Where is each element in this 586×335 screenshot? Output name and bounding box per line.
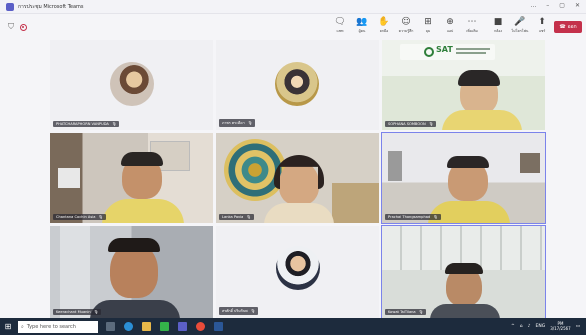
toolbar-button-label: กล้อง (493, 29, 503, 33)
task-view-icon[interactable] (106, 322, 115, 331)
edge-icon[interactable] (124, 322, 133, 331)
participant-tile[interactable]: Keerachant Muanin 🎙 (50, 226, 213, 318)
file-explorer-icon[interactable] (142, 322, 151, 331)
toolbar-button-label: ไม่โครโฟน (511, 29, 529, 33)
toolbar-button-label: ยกมือ (379, 29, 389, 33)
date: 3/17/2567 (550, 326, 571, 331)
participant-tile[interactable]: Lanka Pavia 🎙 (216, 133, 379, 223)
sat-banner: SAT (400, 44, 495, 60)
apps-icon: ⊕ (446, 17, 454, 27)
shield-icon[interactable]: ⛉ (8, 22, 14, 32)
toolbar-button-share[interactable]: ⬆ แชร์ (530, 17, 554, 37)
leave-button[interactable]: ☎ ออก (554, 21, 582, 33)
mic-off-icon: 🎙 (246, 215, 251, 219)
name-tag: Lanka Pavia 🎙 (219, 214, 254, 220)
name-tag: Keerachant Muanin 🎙 (53, 309, 102, 315)
toolbar-button-people[interactable]: 👥 ผู้คน (350, 17, 374, 37)
toolbar-button-camera[interactable]: ■ กล้อง (486, 17, 510, 37)
windows-taskbar: ⊞ ⌕ Type here to search ^ ⌂ ♪ ENG PM 3/1… (0, 318, 586, 335)
toolbar-button-label: เพิ่มเติม (466, 29, 478, 33)
mic-off-icon: 🎙 (418, 310, 424, 314)
sat-logo: SAT (436, 45, 453, 54)
people-icon: 👥 (356, 17, 368, 27)
avatar (276, 246, 320, 290)
system-tray: ^ ⌂ ♪ ENG PM 3/17/2567 ▭ (511, 321, 580, 331)
toolbar-button-reactions[interactable]: ☺ ความรู้สึก (394, 17, 418, 37)
taskbar-search-input[interactable]: ⌕ Type here to search (18, 320, 98, 333)
name-tag: ภาพร ตระดีดา 🎙 (219, 119, 256, 127)
name-tag: สรศักดิ์ ปริมกินพ 🎙 (219, 307, 259, 315)
toolbar-button-label: แอป (446, 29, 454, 33)
toolbar-button-label: แชท (336, 29, 344, 33)
chevron-up-icon[interactable]: ^ (511, 324, 515, 329)
mic-off-icon: 🎙 (433, 215, 438, 219)
mic-off-icon: 🎙 (98, 215, 103, 219)
name-tag: Prachai Thongsamphad 🎙 (385, 214, 441, 220)
teams-icon (6, 2, 14, 11)
participant-tile[interactable]: Chantana Cochin Asia 🎙 (50, 133, 213, 223)
name-tag: PHATCHARAPHORN VANPUDA 🎙 (53, 121, 120, 127)
maximize-button[interactable]: ▢ (559, 2, 565, 9)
participant-tile[interactable]: สรศักดิ์ ปริมกินพ 🎙 (216, 226, 379, 318)
toolbar-button-label: มุม (425, 29, 431, 33)
avatar (275, 62, 319, 106)
view-icon: ⊞ (424, 17, 432, 27)
notification-icon[interactable]: ▭ (576, 324, 580, 329)
teams-taskbar-icon[interactable] (178, 322, 187, 331)
name-tag: SOPHANA SOMBOON 🎙 (385, 121, 437, 127)
toolbar-button-chat[interactable]: 🗨 แชท (328, 17, 352, 37)
windows-start-icon[interactable]: ⊞ (0, 318, 16, 335)
volume-icon[interactable]: ♪ (528, 324, 531, 329)
toolbar-button-apps[interactable]: ⊕ แอป (438, 17, 462, 37)
mic-off-icon: 🎙 (111, 122, 117, 126)
name-tag: Kowat TaiTilana 🎙 (385, 309, 427, 315)
participant-tile[interactable]: ภาพร ตระดีดา 🎙 (216, 40, 379, 130)
leave-label: ออก (567, 24, 577, 30)
toolbar-button-mic[interactable]: 🎤 ไม่โครโฟน (508, 17, 532, 37)
phone-icon: ☎ (559, 24, 566, 30)
network-icon[interactable]: ⌂ (520, 324, 523, 329)
mic-off-icon: 🎙 (247, 121, 253, 125)
avatar (110, 62, 154, 106)
toolbar-button-label: ผู้คน (358, 29, 366, 33)
taskbar-apps (106, 322, 223, 331)
mic-off-icon: 🎙 (428, 122, 434, 126)
participant-tile[interactable]: Prachai Thongsamphad 🎙 (381, 132, 546, 224)
video-grid: PHATCHARAPHORN VANPUDA 🎙 ภาพร ตระดีดา 🎙 SA… (0, 40, 586, 319)
search-icon: ⌕ (21, 323, 24, 330)
line-icon[interactable] (160, 322, 169, 331)
clock[interactable]: PM 3/17/2567 (550, 321, 571, 331)
raise-hand-icon: ✋ (378, 17, 390, 27)
reactions-icon: ☺ (401, 17, 411, 27)
mic-icon: 🎤 (514, 17, 526, 27)
toolbar-button-label: แชร์ (538, 29, 546, 33)
search-placeholder: Type here to search (26, 323, 76, 330)
chat-icon: 🗨 (334, 17, 346, 27)
language-indicator[interactable]: ENG (536, 324, 546, 329)
title-bar: การประชุม Microsoft Teams ... – ▢ ✕ (0, 0, 586, 14)
share-icon: ⬆ (538, 17, 546, 27)
toolbar-button-label: ความรู้สึก (398, 29, 414, 33)
mic-off-icon: 🎙 (250, 309, 256, 313)
close-button[interactable]: ✕ (575, 2, 580, 9)
toolbar-button-view[interactable]: ⊞ มุม (416, 17, 440, 37)
recording-icon (20, 23, 27, 31)
more-options-button[interactable]: ... (531, 2, 537, 9)
name-tag: Chantana Cochin Asia 🎙 (53, 214, 106, 220)
participant-tile[interactable]: Kowat TaiTilana 🎙 (381, 225, 546, 319)
toolbar-button-more[interactable]: ⋯ เพิ่มเติม (460, 17, 484, 37)
word-icon[interactable] (214, 322, 223, 331)
participant-tile[interactable]: PHATCHARAPHORN VANPUDA 🎙 (50, 40, 213, 130)
participant-tile[interactable]: SAT SOPHANA SOMBOON 🎙 (382, 40, 545, 130)
participant-video (279, 161, 319, 205)
camera-icon: ■ (493, 17, 503, 27)
minimize-button[interactable]: – (546, 2, 549, 9)
chrome-icon[interactable] (196, 322, 205, 331)
mic-off-icon: 🎙 (93, 310, 99, 314)
toolbar-button-raise-hand[interactable]: ✋ ยกมือ (372, 17, 396, 37)
more-icon: ⋯ (467, 17, 477, 27)
window-title: การประชุม Microsoft Teams (18, 3, 84, 10)
